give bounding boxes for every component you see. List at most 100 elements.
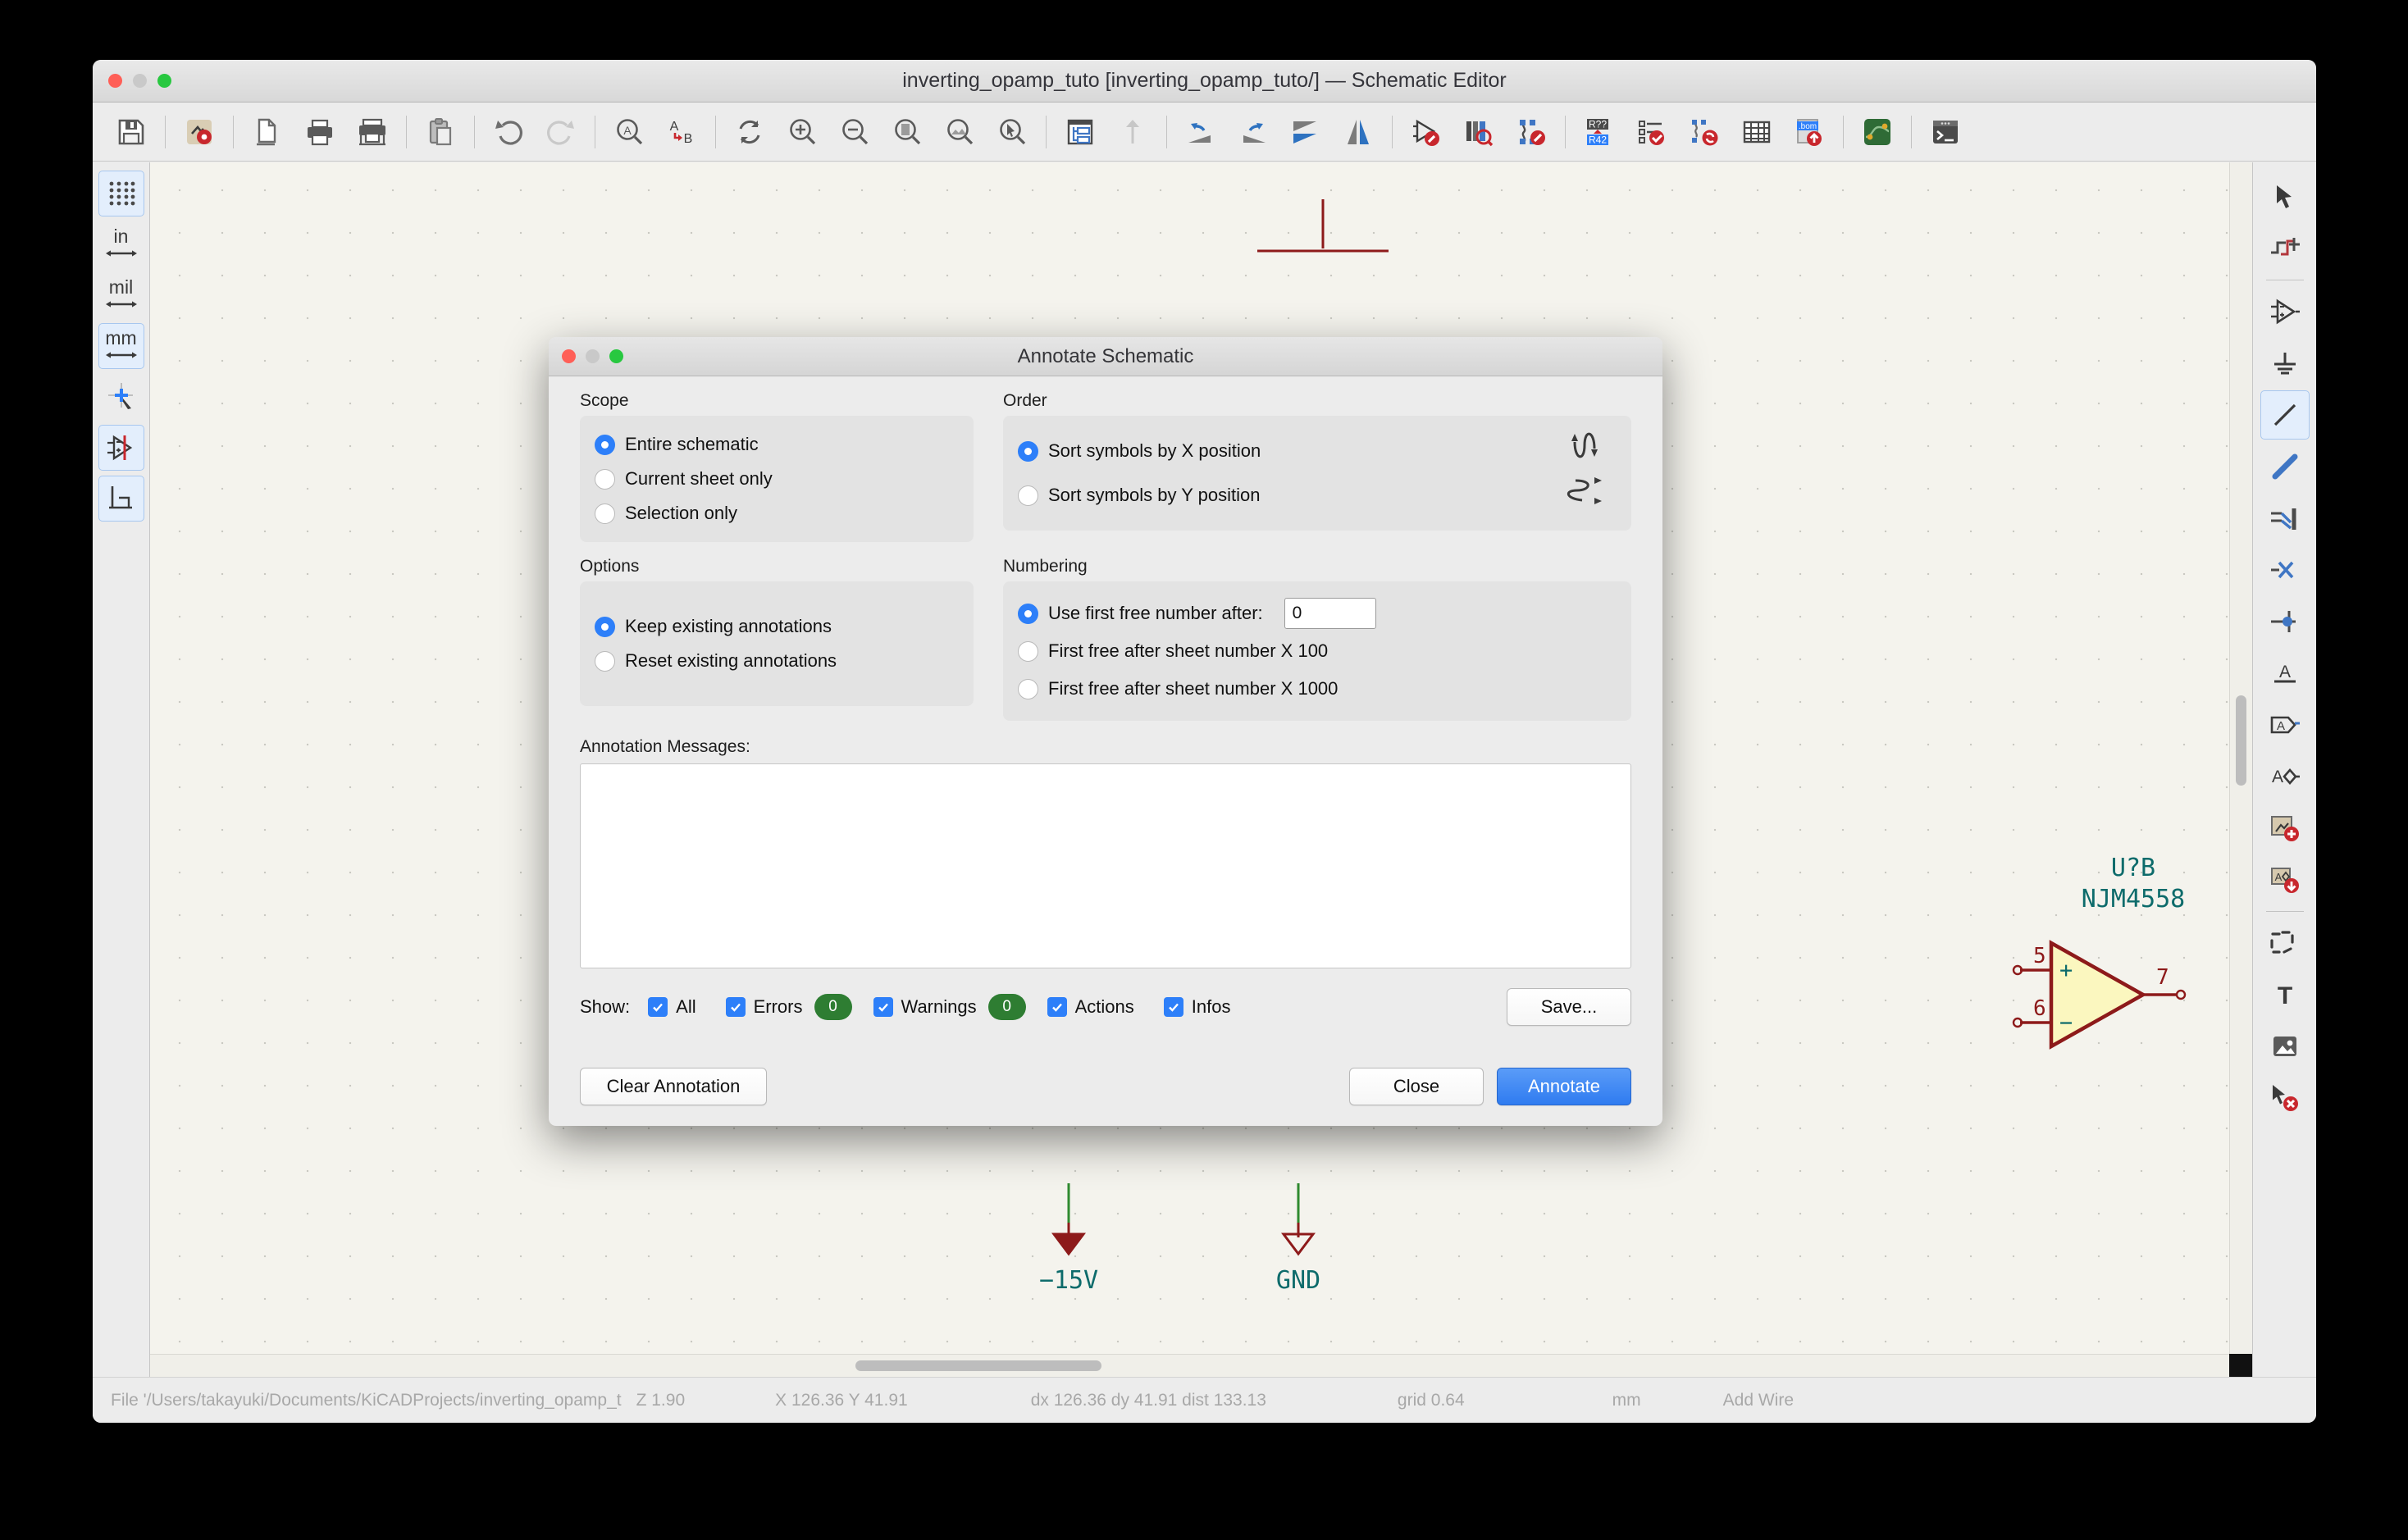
- annotate-button[interactable]: Annotate: [1497, 1068, 1631, 1105]
- radio-sort-by-y[interactable]: Sort symbols by Y position: [1018, 478, 1617, 513]
- radio-first-free-x1000[interactable]: First free after sheet number X 1000: [1018, 670, 1617, 708]
- add-sheet-tool[interactable]: [2260, 804, 2310, 853]
- bus-entry-tool[interactable]: [2260, 494, 2310, 543]
- redo-icon[interactable]: [536, 107, 586, 157]
- minus-15v-port[interactable]: −15V: [1019, 1183, 1142, 1331]
- save-messages-button[interactable]: Save...: [1507, 988, 1631, 1026]
- radio-use-first-free-indicator[interactable]: [1018, 603, 1038, 624]
- edit-symbol-icon[interactable]: [1401, 107, 1452, 157]
- bom-table-icon[interactable]: [1731, 107, 1782, 157]
- zoom-to-objects-icon[interactable]: [934, 107, 985, 157]
- radio-entire-schematic[interactable]: Entire schematic: [595, 427, 959, 462]
- import-sheet-pin-tool[interactable]: A: [2260, 855, 2310, 904]
- zoom-to-selection-icon[interactable]: [987, 107, 1038, 157]
- radio-keep-existing-indicator[interactable]: [595, 616, 615, 637]
- zoom-out-icon[interactable]: [829, 107, 880, 157]
- filter-errors[interactable]: Errors: [725, 996, 803, 1018]
- radio-sort-by-x-indicator[interactable]: [1018, 440, 1038, 462]
- print-icon[interactable]: [294, 107, 345, 157]
- radio-current-sheet-only-indicator[interactable]: [595, 468, 615, 490]
- clear-annotation-button[interactable]: Clear Annotation: [580, 1068, 767, 1105]
- refresh-icon[interactable]: [724, 107, 775, 157]
- canvas-vscroll-thumb[interactable]: [2236, 695, 2246, 786]
- select-tool[interactable]: [2260, 172, 2310, 221]
- canvas-hscroll-thumb[interactable]: [855, 1360, 1101, 1371]
- radio-use-first-free-number[interactable]: Use first free number after: 0: [1018, 595, 1617, 632]
- scripting-console-icon[interactable]: [1920, 107, 1971, 157]
- filter-infos-checkbox[interactable]: [1163, 997, 1183, 1017]
- filter-infos[interactable]: Infos: [1163, 996, 1230, 1018]
- close-button[interactable]: Close: [1349, 1068, 1484, 1105]
- filter-actions[interactable]: Actions: [1047, 996, 1134, 1018]
- gnd-port[interactable]: GND: [1249, 1183, 1372, 1331]
- draw-wire-tool[interactable]: [2260, 390, 2310, 440]
- zoom-to-page-icon[interactable]: [882, 107, 933, 157]
- radio-first-free-x100[interactable]: First free after sheet number X 100: [1018, 632, 1617, 670]
- page-settings-icon[interactable]: [174, 107, 225, 157]
- mirror-vertical-icon[interactable]: [1333, 107, 1384, 157]
- filter-errors-checkbox[interactable]: [725, 997, 746, 1017]
- save-icon[interactable]: [106, 107, 157, 157]
- radio-sort-by-y-indicator[interactable]: [1018, 485, 1038, 506]
- undo-icon[interactable]: [483, 107, 534, 157]
- leave-sheet-icon[interactable]: [1107, 107, 1158, 157]
- filter-actions-checkbox[interactable]: [1047, 997, 1067, 1017]
- place-power-tool[interactable]: [2260, 339, 2310, 388]
- zoom-in-icon[interactable]: [777, 107, 828, 157]
- radio-first-free-x1000-indicator[interactable]: [1018, 678, 1038, 699]
- radio-first-free-x100-indicator[interactable]: [1018, 640, 1038, 662]
- netlist-export-icon[interactable]: .bom: [1784, 107, 1835, 157]
- symbol-library-browser-icon[interactable]: [1453, 107, 1504, 157]
- delete-tool[interactable]: [2260, 1073, 2310, 1123]
- annotate-icon[interactable]: R?? R42: [1574, 107, 1625, 157]
- toggle-free-angle-button[interactable]: [98, 476, 144, 522]
- erc-icon[interactable]: [1626, 107, 1677, 157]
- toggle-hidden-pins-button[interactable]: [98, 425, 144, 471]
- radio-reset-existing-indicator[interactable]: [595, 650, 615, 672]
- radio-reset-existing-annotations[interactable]: Reset existing annotations: [595, 644, 959, 678]
- filter-warnings[interactable]: Warnings: [873, 996, 977, 1018]
- rotate-cw-icon[interactable]: [1228, 107, 1279, 157]
- symbol-editor-icon[interactable]: [1506, 107, 1557, 157]
- paste-icon[interactable]: [415, 107, 466, 157]
- plot-icon[interactable]: [347, 107, 398, 157]
- radio-entire-schematic-indicator[interactable]: [595, 434, 615, 455]
- filter-all[interactable]: All: [648, 996, 696, 1018]
- find-icon[interactable]: A: [604, 107, 654, 157]
- no-connect-tool[interactable]: [2260, 545, 2310, 595]
- annotation-messages-box[interactable]: [580, 763, 1631, 968]
- hierarchy-navigator-icon[interactable]: [1055, 107, 1106, 157]
- net-label-tool[interactable]: A: [2260, 649, 2310, 698]
- rotate-ccw-icon[interactable]: [1175, 107, 1226, 157]
- draw-lines-tool[interactable]: [2260, 918, 2310, 968]
- find-replace-icon[interactable]: A B: [656, 107, 707, 157]
- filter-warnings-checkbox[interactable]: [873, 997, 893, 1017]
- radio-keep-existing-annotations[interactable]: Keep existing annotations: [595, 609, 959, 644]
- add-text-tool[interactable]: T: [2260, 970, 2310, 1019]
- global-label-tool[interactable]: A: [2260, 700, 2310, 749]
- draw-bus-tool[interactable]: [2260, 442, 2310, 491]
- opamp-symbol[interactable]: U?B NJM4558 5 6 7 + −: [2012, 843, 2252, 1081]
- units-mm-button[interactable]: mm: [98, 323, 144, 369]
- symbol-fields-table-icon[interactable]: [1679, 107, 1730, 157]
- canvas-vertical-scrollbar[interactable]: [2229, 162, 2252, 1354]
- open-pcb-icon[interactable]: [1852, 107, 1903, 157]
- toggle-grid-button[interactable]: [98, 171, 144, 216]
- mirror-horizontal-icon[interactable]: [1280, 107, 1331, 157]
- highlight-net-tool[interactable]: [2260, 224, 2310, 273]
- units-inches-button[interactable]: in: [98, 221, 144, 267]
- units-mils-button[interactable]: mil: [98, 272, 144, 318]
- toggle-cursor-button[interactable]: [98, 374, 144, 420]
- filter-all-checkbox[interactable]: [648, 997, 668, 1017]
- radio-sort-by-x[interactable]: Sort symbols by X position: [1018, 434, 1617, 468]
- radio-selection-only[interactable]: Selection only: [595, 496, 959, 531]
- canvas-horizontal-scrollbar[interactable]: [150, 1354, 2229, 1377]
- print-preview-icon[interactable]: [242, 107, 293, 157]
- add-image-tool[interactable]: [2260, 1022, 2310, 1071]
- junction-tool[interactable]: [2260, 597, 2310, 646]
- hierarchical-label-tool[interactable]: A: [2260, 752, 2310, 801]
- first-free-number-input[interactable]: 0: [1284, 598, 1376, 629]
- radio-selection-only-indicator[interactable]: [595, 503, 615, 524]
- place-symbol-tool[interactable]: [2260, 287, 2310, 336]
- radio-current-sheet-only[interactable]: Current sheet only: [595, 462, 959, 496]
